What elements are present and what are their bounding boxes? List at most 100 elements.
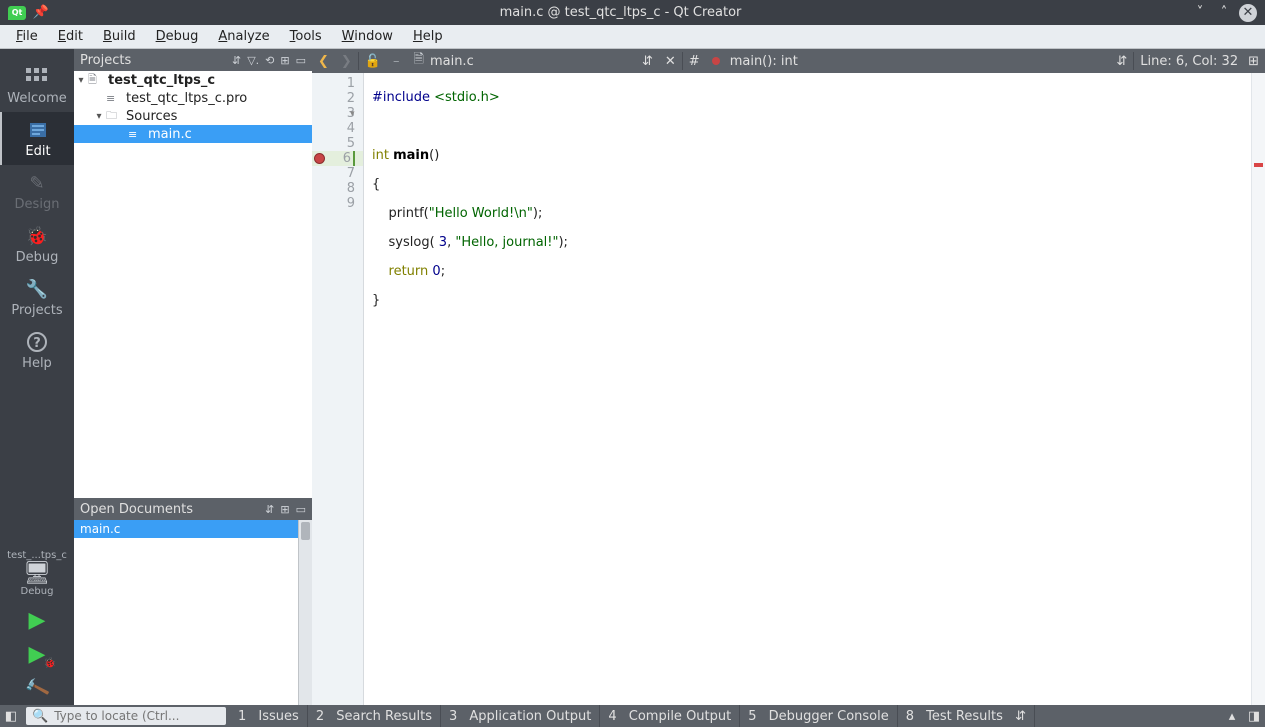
filter-icon[interactable]: ▽. xyxy=(247,54,259,67)
mode-welcome[interactable]: Welcome xyxy=(0,59,74,112)
status-bar: ◧ 🔍 1 Issues 2 Search Results 3 Applicat… xyxy=(0,705,1265,727)
bug-overlay-icon: 🐞 xyxy=(44,658,56,669)
tree-sources-folder[interactable]: ▾🗀Sources xyxy=(74,107,312,125)
project-tree[interactable]: ▾🗎test_qtc_ltps_c ≡test_qtc_ltps_c.pro ▾… xyxy=(74,71,312,498)
mode-debug[interactable]: 🐞 Debug xyxy=(0,218,74,271)
link-icon[interactable]: ⟲ xyxy=(265,54,274,67)
pin-icon[interactable]: 📌 xyxy=(32,4,50,22)
menu-edit[interactable]: Edit xyxy=(50,27,91,46)
folder-icon: 🗀 xyxy=(106,107,122,126)
build-button[interactable]: 🔨 xyxy=(0,671,74,705)
target-selector[interactable]: test_...tps_c 🖥 Debug xyxy=(0,544,74,603)
editor-toolbar: ❮ ❯ 🔓 – 🗎 main.c ⇵ ✕ # main(): int ⇵ Lin… xyxy=(312,49,1265,73)
mode-label: Design xyxy=(15,197,60,212)
file-selector[interactable]: 🗎 main.c xyxy=(406,50,482,72)
menu-file[interactable]: File xyxy=(8,27,46,46)
editor-filename: main.c xyxy=(430,54,474,69)
tree-pro-file[interactable]: ≡test_qtc_ltps_c.pro xyxy=(74,89,312,107)
editor-area: ❮ ❯ 🔓 – 🗎 main.c ⇵ ✕ # main(): int ⇵ Lin… xyxy=(312,49,1265,705)
outline-icon[interactable]: # xyxy=(683,54,706,69)
fold-icon[interactable]: ▾ xyxy=(350,107,355,122)
close-button[interactable]: ✕ xyxy=(1239,4,1257,22)
bar-separator: – xyxy=(387,54,406,69)
toggle-sidebar-button[interactable]: ◧ xyxy=(0,709,22,724)
file-icon: 🗎 xyxy=(414,50,424,72)
pane-test-results[interactable]: 8 Test Results ⇵ xyxy=(898,705,1035,727)
scroll-marker xyxy=(1254,163,1263,167)
locator[interactable]: 🔍 xyxy=(26,707,226,725)
editor-symbol[interactable]: main(): int xyxy=(726,54,802,69)
mode-design: ✎ Design xyxy=(0,165,74,218)
open-docs-header: Open Documents ⇵ ⊞ ▭ xyxy=(74,498,312,520)
expand-pane-button[interactable]: ▴ xyxy=(1221,709,1243,724)
close-panel-icon[interactable]: ▭ xyxy=(296,503,306,516)
split-editor-icon[interactable]: ⊞ xyxy=(1248,54,1259,69)
mode-edit[interactable]: Edit xyxy=(0,112,74,165)
menu-build[interactable]: Build xyxy=(95,27,144,46)
toggle-right-sidebar-button[interactable]: ◨ xyxy=(1243,709,1265,724)
close-file-button[interactable]: ✕ xyxy=(659,54,682,69)
debug-run-button[interactable]: ▶ 🐞 xyxy=(0,637,74,671)
nav-forward-button[interactable]: ❯ xyxy=(335,54,358,69)
tree-file-main-c[interactable]: ≡main.c xyxy=(74,125,312,143)
mode-projects[interactable]: 🔧 Projects xyxy=(0,271,74,324)
window-title: main.c @ test_qtc_ltps_c - Qt Creator xyxy=(50,5,1191,20)
mode-help[interactable]: ? Help xyxy=(0,324,74,377)
open-documents-panel: Open Documents ⇵ ⊞ ▭ main.c xyxy=(74,498,312,705)
run-button[interactable]: ▶ xyxy=(0,603,74,637)
symbol-dropdown-icon[interactable]: ⇵ xyxy=(1110,54,1133,69)
menu-analyze[interactable]: Analyze xyxy=(210,27,277,46)
qt-logo-icon: Qt xyxy=(8,6,26,20)
code-text[interactable]: #include <stdio.h> int main() { printf("… xyxy=(364,73,1251,705)
code-editor[interactable]: 1 2 3▾ 4 5 6 7 8 9 #include <stdio.h> in… xyxy=(312,73,1265,705)
editor-scrollbar[interactable] xyxy=(1251,73,1265,705)
wrench-icon: 🔧 xyxy=(25,279,49,299)
breakpoint-marker[interactable] xyxy=(314,153,325,164)
nav-back-button[interactable]: ❮ xyxy=(312,54,335,69)
dropdown-icon[interactable]: ⇵ xyxy=(232,54,241,67)
play-icon: ▶ xyxy=(29,608,46,633)
split-icon[interactable]: ⊞ xyxy=(280,54,289,67)
pane-application-output[interactable]: 3 Application Output xyxy=(441,705,600,727)
lock-icon[interactable]: 🔓 xyxy=(359,54,387,69)
pane-compile-output[interactable]: 4 Compile Output xyxy=(600,705,740,727)
maximize-button[interactable]: ˄ xyxy=(1215,4,1233,22)
pane-issues[interactable]: 1 Issues xyxy=(230,705,308,727)
scrollbar[interactable] xyxy=(298,520,312,705)
menu-window[interactable]: Window xyxy=(334,27,401,46)
minimize-button[interactable]: ˅ xyxy=(1191,4,1209,22)
mode-bar: Welcome Edit ✎ Design 🐞 Debug 🔧 Projects… xyxy=(0,49,74,705)
file-dropdown-icon[interactable]: ⇵ xyxy=(636,54,659,69)
edit-icon xyxy=(26,120,50,140)
c-file-icon: ≡ xyxy=(128,128,144,141)
file-icon: ≡ xyxy=(106,92,122,105)
split-icon[interactable]: ⊞ xyxy=(280,503,289,516)
target-name: test_...tps_c xyxy=(0,550,74,561)
target-config: Debug xyxy=(0,586,74,597)
breakpoint-dot-icon xyxy=(712,57,720,65)
open-documents-list[interactable]: main.c xyxy=(74,520,312,705)
pane-search-results[interactable]: 2 Search Results xyxy=(308,705,441,727)
open-doc-item[interactable]: main.c xyxy=(74,520,312,538)
line-gutter[interactable]: 1 2 3▾ 4 5 6 7 8 9 xyxy=(312,73,364,705)
projects-panel-title: Projects xyxy=(80,53,226,68)
tree-project-root[interactable]: ▾🗎test_qtc_ltps_c xyxy=(74,71,312,89)
bug-icon: 🐞 xyxy=(25,226,49,246)
dropdown-icon[interactable]: ⇵ xyxy=(265,503,274,516)
cursor-position[interactable]: Line: 6, Col: 32 xyxy=(1140,54,1238,69)
menu-tools[interactable]: Tools xyxy=(282,27,330,46)
grid-icon xyxy=(25,67,49,87)
locator-input[interactable] xyxy=(54,709,220,723)
close-panel-icon[interactable]: ▭ xyxy=(296,54,306,67)
svg-text:?: ? xyxy=(33,336,41,351)
breakpoint-indicator xyxy=(706,57,726,65)
search-icon: 🔍 xyxy=(32,709,48,724)
menu-debug[interactable]: Debug xyxy=(148,27,207,46)
mode-label: Debug xyxy=(16,250,59,265)
pane-debugger-console[interactable]: 5 Debugger Console xyxy=(740,705,898,727)
open-docs-title: Open Documents xyxy=(80,502,259,517)
projects-panel-header: Projects ⇵ ▽. ⟲ ⊞ ▭ xyxy=(74,49,312,71)
scroll-thumb[interactable] xyxy=(301,522,310,540)
hammer-icon: 🔨 xyxy=(23,674,51,701)
menu-help[interactable]: Help xyxy=(405,27,451,46)
